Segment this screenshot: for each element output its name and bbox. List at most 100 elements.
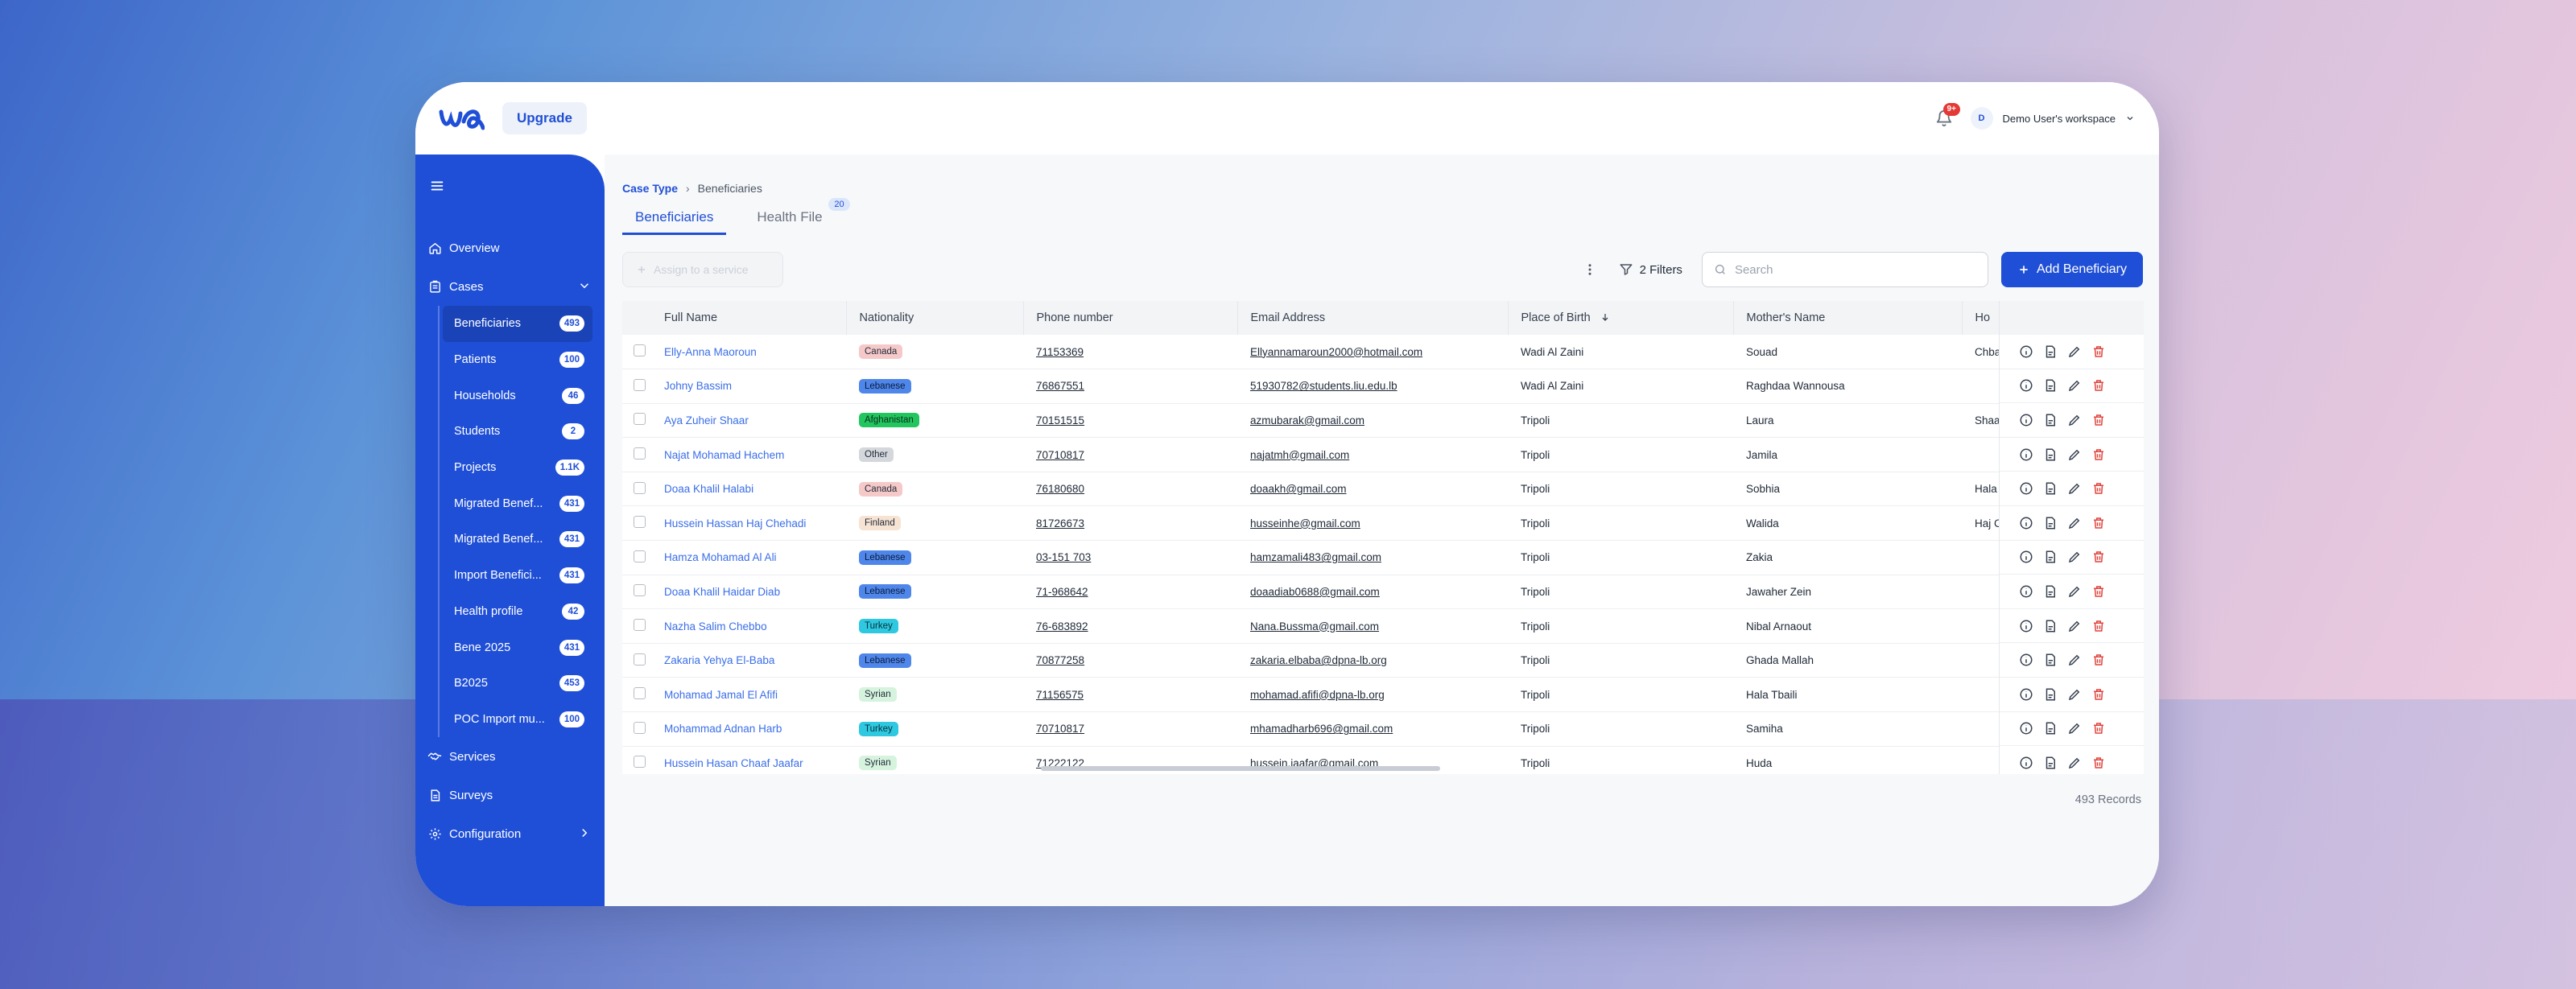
edit-icon[interactable] bbox=[2067, 653, 2082, 667]
table-row[interactable]: Doaa Khalil Halabi Canada 76180680 doaakh@g… bbox=[622, 472, 2144, 507]
row-checkbox[interactable] bbox=[634, 378, 646, 391]
row-checkbox[interactable] bbox=[634, 653, 646, 666]
info-icon[interactable] bbox=[2019, 687, 2033, 702]
sidebar-item-services[interactable]: Services bbox=[415, 737, 605, 776]
info-icon[interactable] bbox=[2019, 653, 2033, 667]
edit-icon[interactable] bbox=[2067, 344, 2082, 359]
sidebar-item-configuration[interactable]: Configuration bbox=[415, 814, 605, 853]
search-input[interactable] bbox=[1734, 262, 1968, 277]
info-icon[interactable] bbox=[2019, 584, 2033, 599]
delete-icon[interactable] bbox=[2091, 344, 2106, 359]
add-beneficiary-button[interactable]: Add Beneficiary bbox=[2000, 252, 2143, 287]
phone-cell[interactable]: 76867551 bbox=[1023, 369, 1237, 404]
delete-icon[interactable] bbox=[2091, 687, 2106, 702]
sidebar-item-health-profile[interactable]: Health profile 42 bbox=[443, 594, 592, 630]
full-name-cell[interactable]: Hamza Mohamad Al Ali bbox=[651, 540, 846, 575]
sidebar-item-migrated-beneficiaries-1[interactable]: Migrated Benef... 431 bbox=[443, 485, 592, 521]
email-cell[interactable]: hamzamali483@gmail.com bbox=[1237, 540, 1508, 575]
email-cell[interactable]: Nana.Bussma@gmail.com bbox=[1237, 608, 1508, 644]
phone-cell[interactable]: 81726673 bbox=[1023, 505, 1237, 542]
table-row[interactable]: Johny Bassim Lebanese 76867551 51930782@stu… bbox=[622, 369, 2144, 404]
row-checkbox[interactable] bbox=[634, 447, 646, 460]
info-icon[interactable] bbox=[2019, 378, 2033, 393]
table-row[interactable]: Zakaria Yehya El-Baba Lebanese 70877258 zak… bbox=[622, 643, 2144, 678]
column-header-phone[interactable]: Phone number bbox=[1023, 301, 1238, 335]
info-icon[interactable] bbox=[2019, 413, 2033, 427]
email-cell[interactable]: doaadiab0688@gmail.com bbox=[1237, 575, 1508, 610]
sidebar-item-students[interactable]: Students 2 bbox=[443, 414, 592, 450]
info-icon[interactable] bbox=[2019, 344, 2033, 359]
delete-icon[interactable] bbox=[2091, 584, 2106, 599]
info-icon[interactable] bbox=[2019, 516, 2033, 530]
email-cell[interactable]: 51930782@students.liu.edu.lb bbox=[1237, 369, 1508, 404]
full-name-cell[interactable]: Doaa Khalil Halabi bbox=[651, 472, 846, 507]
sidebar-item-beneficiaries[interactable]: Beneficiaries 493 bbox=[443, 306, 592, 342]
edit-icon[interactable] bbox=[2067, 516, 2082, 530]
email-cell[interactable]: najatmh@gmail.com bbox=[1237, 437, 1508, 472]
file-icon[interactable] bbox=[2043, 619, 2058, 633]
email-cell[interactable]: azmubarak@gmail.com bbox=[1237, 403, 1508, 439]
full-name-cell[interactable]: Johny Bassim bbox=[651, 369, 846, 404]
upgrade-button[interactable]: Upgrade bbox=[502, 102, 587, 134]
table-row[interactable]: Doaa Khalil Haidar Diab Lebanese 71-968642… bbox=[622, 575, 2144, 610]
row-checkbox[interactable] bbox=[634, 756, 646, 769]
horizontal-scrollbar[interactable] bbox=[1041, 766, 1440, 771]
file-icon[interactable] bbox=[2043, 481, 2058, 496]
app-logo[interactable] bbox=[438, 104, 485, 133]
delete-icon[interactable] bbox=[2091, 653, 2106, 667]
sidebar-item-poc-import[interactable]: POC Import mu... 100 bbox=[443, 702, 592, 738]
edit-icon[interactable] bbox=[2067, 413, 2082, 427]
delete-icon[interactable] bbox=[2091, 413, 2106, 427]
sidebar-item-projects[interactable]: Projects 1.1K bbox=[443, 450, 592, 486]
full-name-cell[interactable]: Mohammad Adnan Harb bbox=[651, 711, 846, 747]
file-icon[interactable] bbox=[2043, 584, 2058, 599]
edit-icon[interactable] bbox=[2067, 721, 2082, 736]
file-icon[interactable] bbox=[2043, 413, 2058, 427]
phone-cell[interactable]: 71-968642 bbox=[1023, 575, 1237, 610]
email-cell[interactable]: mohamad.afifi@dpna-lb.org bbox=[1237, 677, 1508, 713]
column-header-place-of-birth[interactable]: Place of Birth bbox=[1508, 301, 1734, 335]
edit-icon[interactable] bbox=[2067, 378, 2082, 393]
menu-toggle-button[interactable] bbox=[428, 177, 446, 195]
table-row[interactable]: Mohammad Adnan Harb Turkey 70710817 mhamadh… bbox=[622, 711, 2144, 747]
phone-cell[interactable]: 76-683892 bbox=[1023, 608, 1237, 644]
full-name-cell[interactable]: Aya Zuheir Shaar bbox=[651, 403, 846, 439]
table-row[interactable]: Hamza Mohamad Al Ali Lebanese 03-151 703 ha… bbox=[622, 540, 2144, 575]
sidebar-item-households[interactable]: Households 46 bbox=[443, 377, 592, 414]
assign-to-service-button[interactable]: Assign to a service bbox=[622, 252, 783, 287]
file-icon[interactable] bbox=[2043, 756, 2058, 770]
full-name-cell[interactable]: Hussein Hasan Chaaf Jaafar bbox=[651, 746, 846, 774]
row-checkbox[interactable] bbox=[634, 481, 646, 494]
file-icon[interactable] bbox=[2043, 378, 2058, 393]
full-name-cell[interactable]: Zakaria Yehya El-Baba bbox=[651, 643, 846, 678]
table-row[interactable]: Nazha Salim Chebbo Turkey 76-683892 Nana.Bu… bbox=[622, 608, 2144, 644]
delete-icon[interactable] bbox=[2091, 378, 2106, 393]
phone-cell[interactable]: 70710817 bbox=[1023, 437, 1237, 472]
column-header-full-name[interactable]: Full Name bbox=[651, 301, 847, 335]
sidebar-item-surveys[interactable]: Surveys bbox=[415, 776, 605, 814]
row-checkbox[interactable] bbox=[634, 687, 646, 700]
info-icon[interactable] bbox=[2019, 721, 2033, 736]
delete-icon[interactable] bbox=[2091, 756, 2106, 770]
info-icon[interactable] bbox=[2019, 550, 2033, 564]
phone-cell[interactable]: 70151515 bbox=[1023, 403, 1237, 439]
column-header-nationality[interactable]: Nationality bbox=[846, 301, 1024, 335]
sidebar-item-import-beneficiaries[interactable]: Import Benefici... 431 bbox=[443, 558, 592, 594]
row-checkbox[interactable] bbox=[634, 550, 646, 562]
row-checkbox[interactable] bbox=[634, 619, 646, 632]
file-icon[interactable] bbox=[2043, 344, 2058, 359]
info-icon[interactable] bbox=[2019, 447, 2033, 462]
notifications-button[interactable]: 9+ bbox=[1932, 103, 1960, 130]
edit-icon[interactable] bbox=[2067, 481, 2082, 496]
email-cell[interactable]: husseinhe@gmail.com bbox=[1237, 505, 1508, 542]
table-row[interactable]: Mohamad Jamal El Afifi Syrian 71156575 moha… bbox=[622, 677, 2144, 713]
edit-icon[interactable] bbox=[2067, 447, 2082, 462]
delete-icon[interactable] bbox=[2091, 481, 2106, 496]
full-name-cell[interactable]: Elly-Anna Maoroun bbox=[651, 335, 846, 370]
edit-icon[interactable] bbox=[2067, 550, 2082, 564]
file-icon[interactable] bbox=[2043, 653, 2058, 667]
table-row[interactable]: Aya Zuheir Shaar Afghanistan 70151515 azmub… bbox=[622, 403, 2144, 439]
email-cell[interactable]: doaakh@gmail.com bbox=[1237, 472, 1508, 507]
table-row[interactable]: Hussein Hassan Haj Chehadi Finland 8172667… bbox=[622, 505, 2144, 542]
sidebar-item-cases[interactable]: Cases bbox=[415, 267, 605, 306]
